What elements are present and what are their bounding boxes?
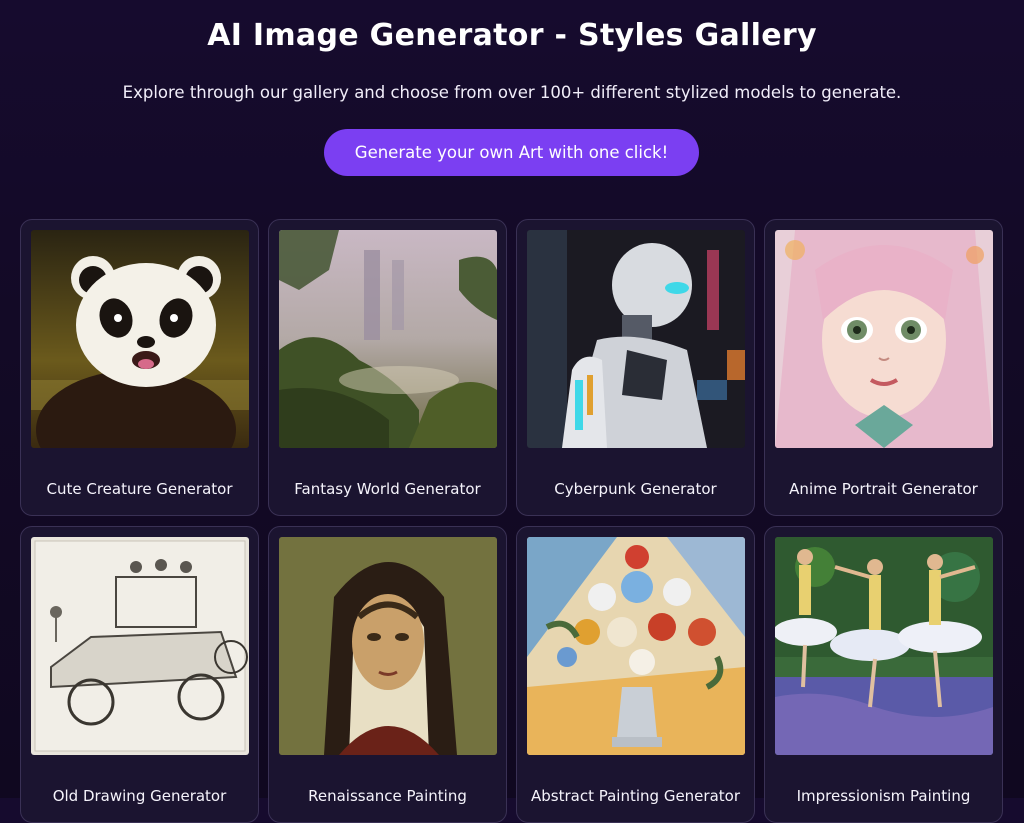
fantasy-forest-image <box>279 230 497 448</box>
renaissance-portrait-image <box>279 537 497 755</box>
card-label: Renaissance Painting <box>308 787 467 805</box>
card-label: Abstract Painting Generator <box>531 787 740 805</box>
gallery-card-old-drawing[interactable]: Old Drawing Generator <box>20 526 259 823</box>
gallery-card-cyberpunk[interactable]: Cyberpunk Generator <box>516 219 755 516</box>
ballet-dancers-image <box>775 537 993 755</box>
generate-art-button[interactable]: Generate your own Art with one click! <box>324 129 699 176</box>
vintage-car-sketch-image <box>31 537 249 755</box>
anime-girl-image <box>775 230 993 448</box>
panda-image <box>31 230 249 448</box>
card-label: Anime Portrait Generator <box>789 480 978 498</box>
card-label: Cyberpunk Generator <box>554 480 717 498</box>
page-title: AI Image Generator - Styles Gallery <box>207 18 817 53</box>
card-label: Impressionism Painting <box>796 787 971 805</box>
gallery-card-abstract-painting[interactable]: Abstract Painting Generator <box>516 526 755 823</box>
gallery-card-renaissance[interactable]: Renaissance Painting <box>268 526 507 823</box>
gallery-card-fantasy-world[interactable]: Fantasy World Generator <box>268 219 507 516</box>
cyberpunk-robot-image <box>527 230 745 448</box>
card-label: Fantasy World Generator <box>294 480 481 498</box>
gallery-card-anime-portrait[interactable]: Anime Portrait Generator <box>764 219 1003 516</box>
gallery-card-impressionism[interactable]: Impressionism Painting <box>764 526 1003 823</box>
card-label: Cute Creature Generator <box>46 480 233 498</box>
page-subtitle: Explore through our gallery and choose f… <box>122 83 902 102</box>
styles-gallery-grid: Cute Creature Generator Fantasy World Ge… <box>20 219 1005 823</box>
gallery-card-cute-creature[interactable]: Cute Creature Generator <box>20 219 259 516</box>
flower-vase-painting-image <box>527 537 745 755</box>
card-label: Old Drawing Generator <box>52 787 227 805</box>
